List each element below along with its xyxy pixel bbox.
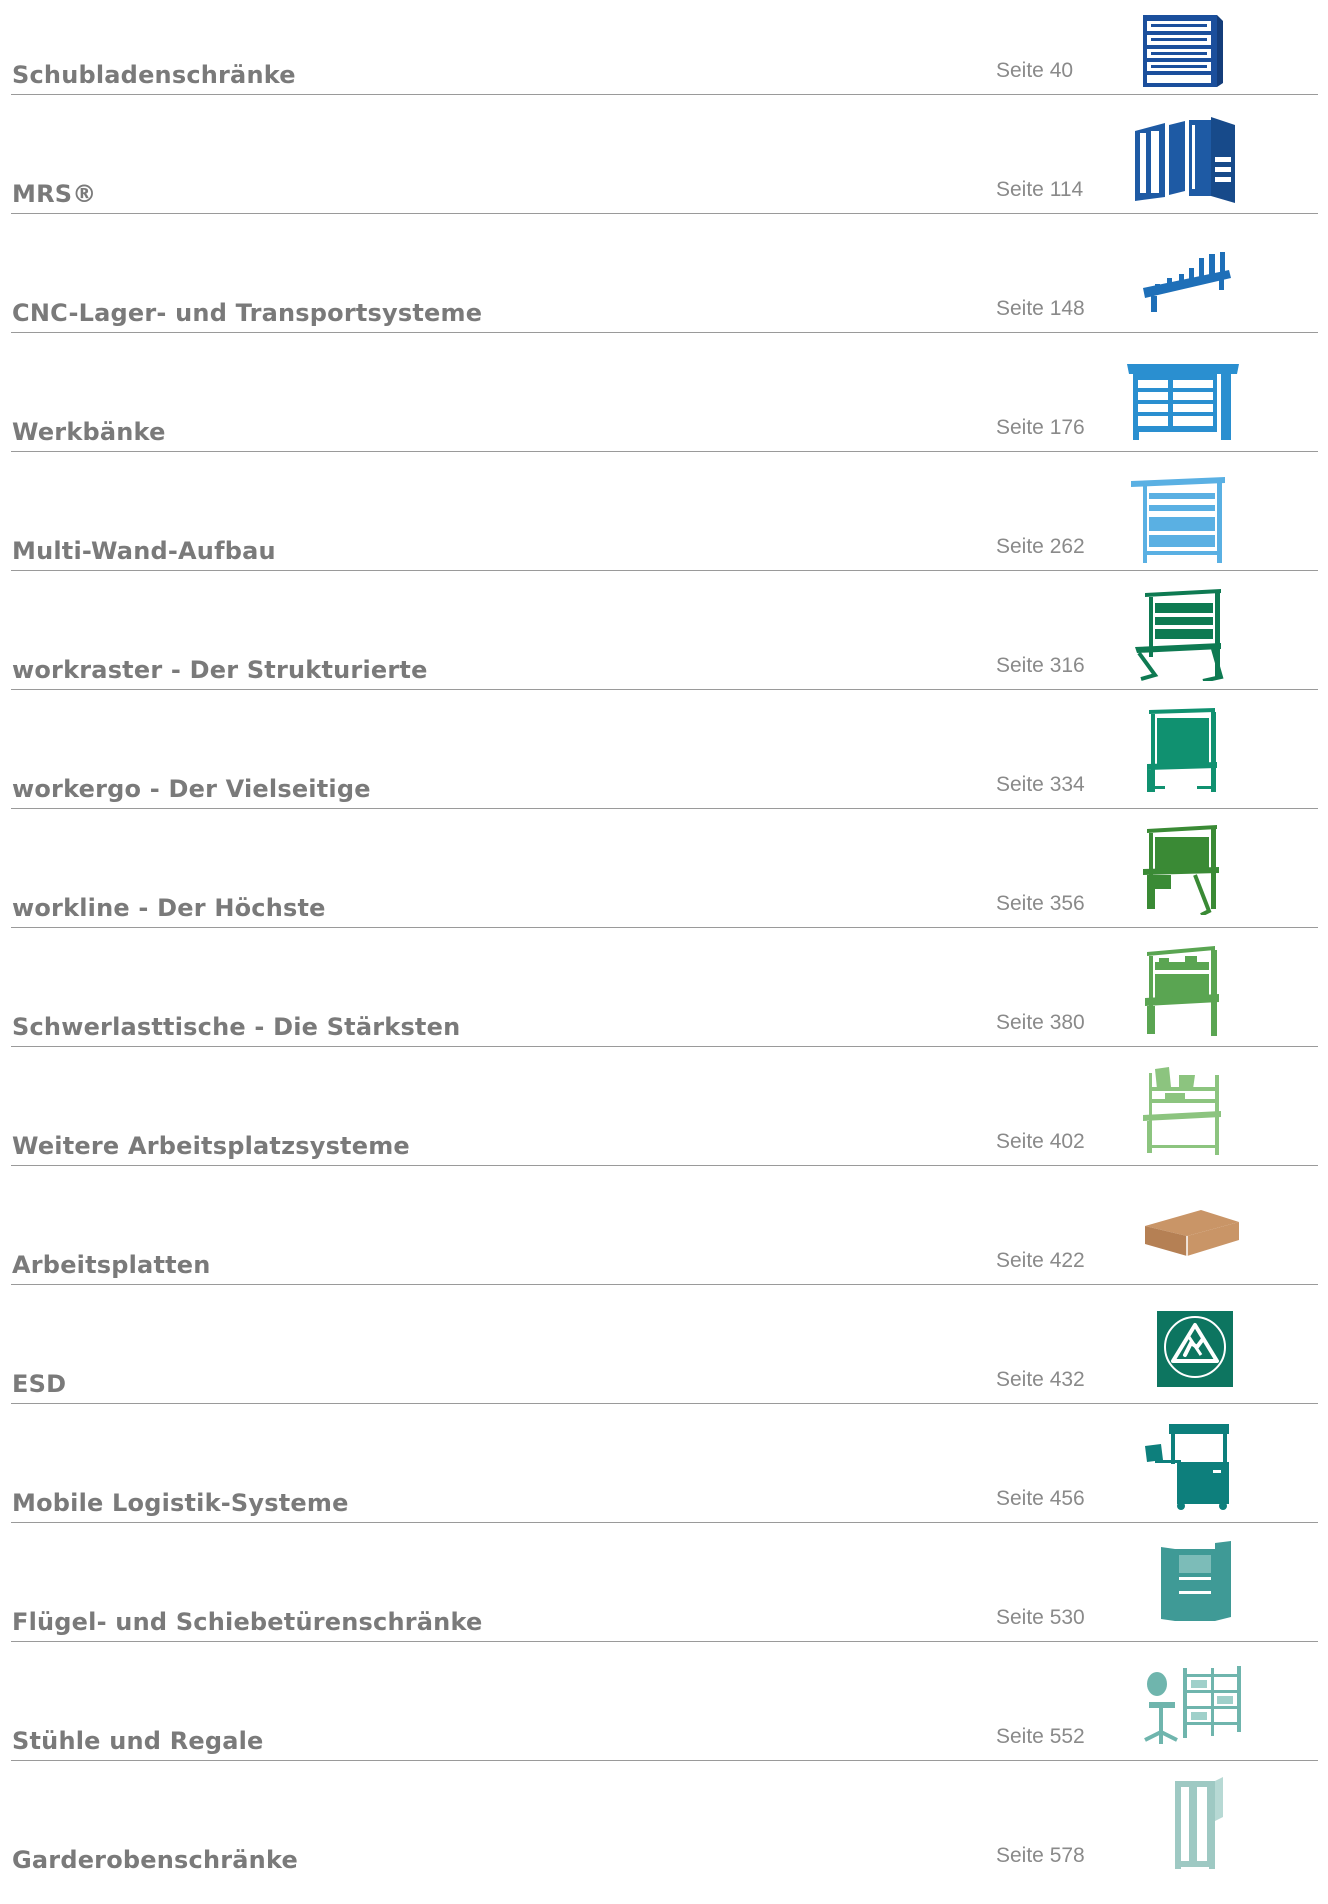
index-row-3[interactable]: Werkbänke Seite 176: [0, 357, 1328, 476]
index-row-14[interactable]: Stühle und Regale Seite 552: [0, 1666, 1328, 1785]
index-row-1[interactable]: MRS® Seite 114: [0, 117, 1328, 238]
esd-symbol-icon: [1125, 1307, 1245, 1399]
cnc-tool-holder-icon: [1125, 244, 1245, 336]
row-divider: [11, 1760, 1318, 1761]
row-divider: [11, 808, 1318, 809]
index-row-4[interactable]: Multi-Wand-Aufbau Seite 262: [0, 476, 1328, 595]
row-divider: [11, 927, 1318, 928]
index-row-0[interactable]: Schubladenschränke Seite 40: [0, 0, 1328, 119]
chair-and-shelf-icon: [1125, 1664, 1245, 1756]
section-title: Multi-Wand-Aufbau: [12, 537, 276, 565]
row-divider: [11, 94, 1318, 95]
section-title: Schwerlasttische - Die Stärksten: [12, 1013, 461, 1041]
page-reference: Seite 114: [996, 178, 1084, 201]
row-divider: [11, 1165, 1318, 1166]
workbench-icon: [1125, 360, 1245, 452]
row-divider: [11, 451, 1318, 452]
page-reference: Seite 456: [996, 1487, 1085, 1510]
page-reference: Seite 148: [996, 297, 1085, 320]
section-title: ESD: [12, 1370, 67, 1398]
row-divider: [11, 332, 1318, 333]
page-reference: Seite 262: [996, 535, 1085, 558]
section-title: CNC-Lager- und Transportsysteme: [12, 299, 483, 327]
worktop-icon: [1125, 1206, 1245, 1298]
page-reference: Seite 40: [996, 59, 1074, 82]
workplace-system-icon: [1125, 1065, 1245, 1157]
page-reference: Seite 432: [996, 1368, 1085, 1391]
section-title: Schubladenschränke: [12, 61, 296, 89]
workstation-icon: [1125, 823, 1245, 915]
row-divider: [11, 1046, 1318, 1047]
section-title: Arbeitsplatten: [12, 1251, 211, 1279]
multi-wall-icon: [1125, 475, 1245, 567]
page-reference: Seite 530: [996, 1606, 1085, 1629]
section-title: workline - Der Höchste: [12, 894, 326, 922]
section-title: Werkbänke: [12, 418, 166, 446]
index-row-15[interactable]: Garderobenschränke Seite 578: [0, 1777, 1328, 1904]
index-row-5[interactable]: workraster - Der Strukturierte Seite 316: [0, 589, 1328, 714]
row-divider: [11, 1403, 1318, 1404]
section-title: Mobile Logistik-Systeme: [12, 1489, 349, 1517]
workstation-icon: [1125, 706, 1245, 798]
section-title: Flügel- und Schiebetürenschränke: [12, 1608, 483, 1636]
index-row-8[interactable]: Schwerlasttische - Die Stärksten Seite 3…: [0, 946, 1328, 1071]
index-row-6[interactable]: workergo - Der Vielseitige Seite 334: [0, 708, 1328, 833]
page-reference: Seite 380: [996, 1011, 1085, 1034]
index-row-7[interactable]: workline - Der Höchste Seite 356: [0, 825, 1328, 952]
index-row-11[interactable]: ESD Seite 432: [0, 1309, 1328, 1428]
section-title: workergo - Der Vielseitige: [12, 775, 371, 803]
page-reference: Seite 578: [996, 1844, 1085, 1867]
page-reference: Seite 356: [996, 892, 1085, 915]
locker-icon: [1125, 1777, 1245, 1869]
index-row-12[interactable]: Mobile Logistik-Systeme Seite 456: [0, 1424, 1328, 1547]
row-divider: [11, 1284, 1318, 1285]
row-divider: [11, 1522, 1318, 1523]
row-divider: [11, 1641, 1318, 1642]
index-row-9[interactable]: Weitere Arbeitsplatzsysteme Seite 402: [0, 1067, 1328, 1190]
index-row-10[interactable]: Arbeitsplatten Seite 422: [0, 1190, 1328, 1309]
section-title: Weitere Arbeitsplatzsysteme: [12, 1132, 410, 1160]
page-reference: Seite 316: [996, 654, 1085, 677]
page-reference: Seite 176: [996, 416, 1085, 439]
mobile-cart-icon: [1125, 1420, 1245, 1512]
heavy-duty-table-icon: [1125, 944, 1245, 1036]
index-row-2[interactable]: CNC-Lager- und Transportsysteme Seite 14…: [0, 238, 1328, 357]
page-reference: Seite 334: [996, 773, 1085, 796]
page-reference: Seite 552: [996, 1725, 1085, 1748]
section-title: Stühle und Regale: [12, 1727, 264, 1755]
drawer-cabinet-icon: [1125, 13, 1245, 105]
page-reference: Seite 422: [996, 1249, 1085, 1272]
row-divider: [11, 689, 1318, 690]
row-divider: [11, 213, 1318, 214]
row-divider: [11, 570, 1318, 571]
section-title: workraster - Der Strukturierte: [12, 656, 428, 684]
section-title: MRS®: [12, 180, 97, 208]
page-reference: Seite 402: [996, 1130, 1085, 1153]
modular-rack-system-icon: [1125, 117, 1245, 209]
index-row-13[interactable]: Flügel- und Schiebetürenschränke Seite 5…: [0, 1541, 1328, 1666]
section-title: Garderobenschränke: [12, 1846, 298, 1874]
workstation-icon: [1125, 589, 1245, 681]
door-cabinet-icon: [1125, 1541, 1245, 1633]
